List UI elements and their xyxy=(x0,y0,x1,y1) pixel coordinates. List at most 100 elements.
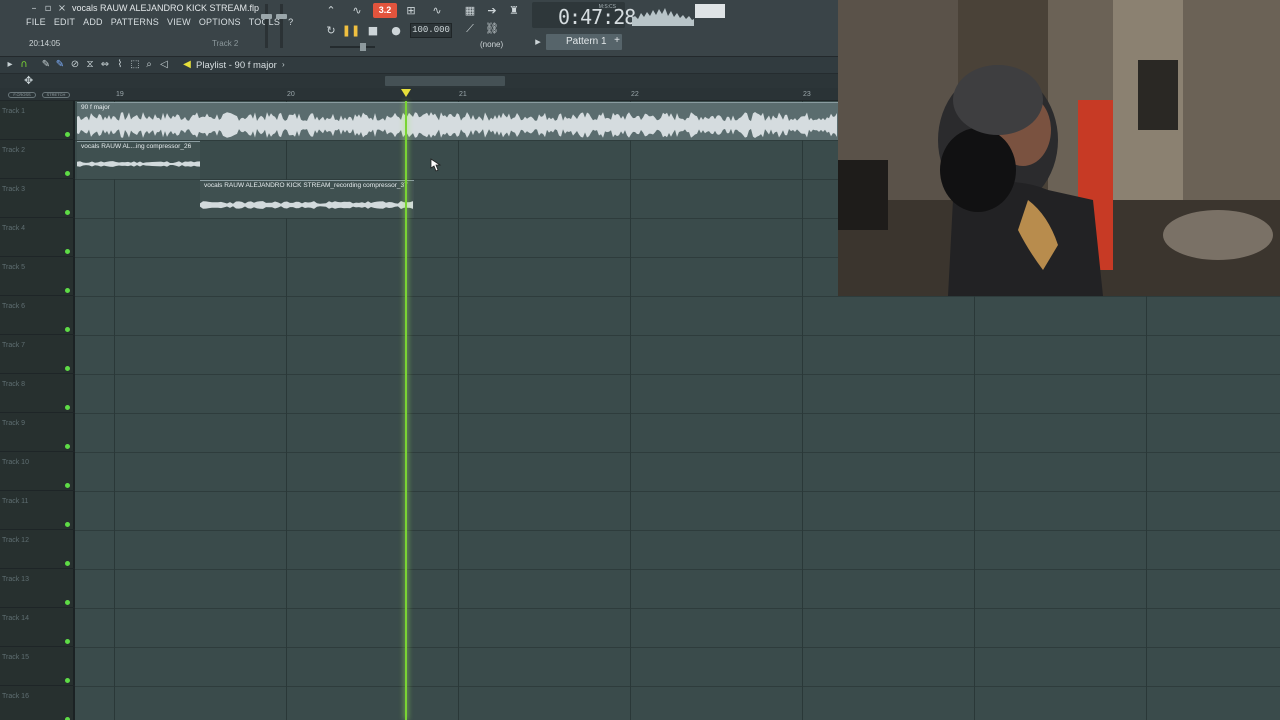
track-enable-led[interactable] xyxy=(65,327,70,332)
main-volume-bar[interactable] xyxy=(330,46,375,48)
menu-patterns[interactable]: PATTERNS xyxy=(111,17,159,31)
menu-file[interactable]: FILE xyxy=(26,17,46,31)
link-icon[interactable]: ⛓ xyxy=(481,21,503,37)
audio-clip[interactable]: vocals RAUW AL...ing compressor_26 xyxy=(77,141,200,179)
track-header[interactable]: Track 14 xyxy=(0,608,75,647)
piano-roll-icon[interactable]: ▦ xyxy=(459,3,481,19)
track-divider xyxy=(75,413,1280,414)
wait-input-icon[interactable]: ∿ xyxy=(346,3,368,19)
slip-icon[interactable]: ⇔ xyxy=(99,58,111,72)
track-label: Track 1 xyxy=(2,108,26,115)
track-enable-led[interactable] xyxy=(65,210,70,215)
pause-icon[interactable]: ❚❚ xyxy=(340,23,362,39)
track-enable-led[interactable] xyxy=(65,522,70,527)
arrow-icon[interactable]: ➔ xyxy=(481,3,503,19)
snap-selector[interactable]: (none) xyxy=(480,40,524,52)
track-enable-led[interactable] xyxy=(65,366,70,371)
bar-line xyxy=(630,101,631,720)
track-enable-led[interactable] xyxy=(65,561,70,566)
horizontal-scrollbar[interactable] xyxy=(385,76,505,86)
track-header[interactable]: Track 10 xyxy=(0,452,75,491)
close-icon[interactable]: × xyxy=(56,3,68,15)
track-enable-led[interactable] xyxy=(65,444,70,449)
magnet-icon[interactable]: ∩ xyxy=(18,58,30,72)
track-header[interactable]: Track 9 xyxy=(0,413,75,452)
countdown-button[interactable]: 3.2 xyxy=(373,3,397,18)
track-enable-led[interactable] xyxy=(65,483,70,488)
main-volume-knob[interactable] xyxy=(360,43,366,51)
restore-icon[interactable]: ▫ xyxy=(42,3,54,15)
track-header[interactable]: Track 13 xyxy=(0,569,75,608)
loop-record-icon[interactable]: ∿ xyxy=(426,3,448,19)
track-header[interactable]: Track 6 xyxy=(0,296,75,335)
pointer-cursor-icon xyxy=(430,158,442,172)
metronome-icon[interactable]: ⌃ xyxy=(320,3,342,19)
time-format-label: M:S:CS xyxy=(598,4,616,10)
blend-notes-icon[interactable]: ⊞ xyxy=(400,3,422,19)
track-enable-led[interactable] xyxy=(65,600,70,605)
delete-icon[interactable]: ⊘ xyxy=(69,58,81,72)
stretch-toggle[interactable]: STRETCH xyxy=(42,92,70,98)
track-header[interactable]: Track 3 xyxy=(0,179,75,218)
menu-bar: FILE EDIT ADD PATTERNS VIEW OPTIONS TOOL… xyxy=(26,17,293,31)
track-header[interactable]: Track 2 xyxy=(0,140,75,179)
minimize-icon[interactable]: – xyxy=(28,3,40,15)
zoom-icon[interactable]: ⌕ xyxy=(143,58,155,72)
crossfade-toggle[interactable]: F.CROSS xyxy=(8,92,36,98)
track-enable-led[interactable] xyxy=(65,678,70,683)
playhead-marker[interactable] xyxy=(401,89,411,97)
fl-studio-screen: – ▫ × vocals RAUW ALEJANDRO KICK STREAM.… xyxy=(0,0,1280,720)
pencil-icon[interactable]: ✎ xyxy=(40,58,52,72)
master-pitch-slider[interactable] xyxy=(276,4,287,48)
track-header[interactable]: Track 7 xyxy=(0,335,75,374)
track-label: Track 2 xyxy=(2,147,26,154)
menu-add[interactable]: ADD xyxy=(83,17,103,31)
track-header[interactable]: Track 11 xyxy=(0,491,75,530)
bar-number: 20 xyxy=(287,91,295,98)
track-header[interactable]: Track 8 xyxy=(0,374,75,413)
track-enable-led[interactable] xyxy=(65,132,70,137)
track-enable-led[interactable] xyxy=(65,171,70,176)
move-icon[interactable]: ✥ xyxy=(24,74,33,87)
playback-icon[interactable]: ◁ xyxy=(158,58,170,72)
track-enable-led[interactable] xyxy=(65,288,70,293)
title-arrow-icon[interactable]: › xyxy=(282,60,285,69)
track-enable-led[interactable] xyxy=(65,249,70,254)
pattern-selector[interactable]: Pattern 1 + xyxy=(546,34,622,50)
speaker-icon[interactable]: ◀ xyxy=(181,58,193,72)
track-header[interactable]: Track 5 xyxy=(0,257,75,296)
brush-icon[interactable]: ✎ xyxy=(54,58,66,72)
play-arrow-icon[interactable]: ▸ xyxy=(4,58,16,72)
master-volume-slider[interactable] xyxy=(261,4,272,48)
plugin-icon[interactable]: ♜ xyxy=(503,3,525,19)
menu-view[interactable]: VIEW xyxy=(167,17,191,31)
pattern-prev-icon[interactable]: ▸ xyxy=(532,34,544,50)
playhead-line[interactable] xyxy=(405,101,407,720)
menu-edit[interactable]: EDIT xyxy=(54,17,75,31)
song-mode-icon[interactable]: ↻ xyxy=(320,23,342,39)
bar-number: 23 xyxy=(803,91,811,98)
mute-icon[interactable]: ⧖ xyxy=(84,58,96,72)
track-label: Track 14 xyxy=(2,615,29,622)
record-icon[interactable]: ● xyxy=(385,23,407,39)
select-icon[interactable]: ⬚ xyxy=(129,58,141,72)
audio-clip[interactable]: 90 f major xyxy=(77,102,838,140)
track-header[interactable]: Track 4 xyxy=(0,218,75,257)
timeline-ruler[interactable]: 19 20 21 22 23 xyxy=(0,88,838,101)
track-header[interactable]: Track 15 xyxy=(0,647,75,686)
track-header[interactable]: Track 16 xyxy=(0,686,75,720)
stop-icon[interactable]: ■ xyxy=(362,23,384,39)
menu-help[interactable]: ? xyxy=(288,17,293,31)
audio-clip[interactable]: vocals RAUW ALEJANDRO KICK STREAM_record… xyxy=(200,180,414,218)
menu-options[interactable]: OPTIONS xyxy=(199,17,241,31)
track-enable-led[interactable] xyxy=(65,405,70,410)
slice-icon[interactable]: ⌇ xyxy=(114,58,126,72)
draw-icon[interactable]: ⟋ xyxy=(459,21,481,37)
song-time-display[interactable]: 0:47:28 M:S:CS xyxy=(532,2,636,29)
track-header[interactable]: Track 1 xyxy=(0,101,75,140)
song-time: 0:47:28 xyxy=(558,5,636,29)
track-header[interactable]: Track 12 xyxy=(0,530,75,569)
track-enable-led[interactable] xyxy=(65,639,70,644)
tempo-display[interactable]: 100.000 xyxy=(410,23,452,38)
add-pattern-icon[interactable]: + xyxy=(614,35,620,46)
